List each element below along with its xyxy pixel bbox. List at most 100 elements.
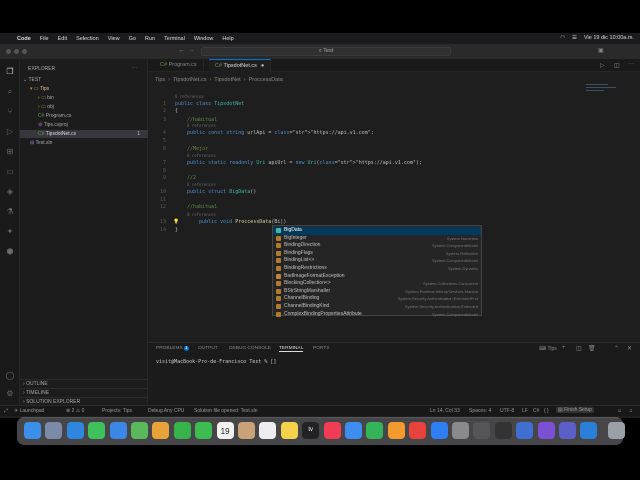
status-encoding[interactable]: UTF-8 [500, 408, 514, 414]
tab-problems[interactable]: PROBLEMS 1 [156, 346, 189, 351]
code-text[interactable]: public struct BigData() [175, 189, 256, 195]
docker-icon[interactable]: ⬢ [5, 247, 15, 257]
breadcrumb-file[interactable]: TipsdotNet.cs [173, 77, 206, 83]
facetime-icon[interactable] [173, 422, 191, 439]
code-text[interactable]: public static readonly Uri apiUrl = new … [175, 160, 422, 166]
lightbulb-icon[interactable]: 💡 [173, 219, 179, 225]
tab-terminal[interactable]: TERMINAL [279, 346, 304, 352]
run-debug-icon[interactable]: ▷ [5, 127, 15, 137]
menu-window[interactable]: Window [194, 36, 214, 42]
remote-indicator-icon[interactable]: ⤢ [4, 408, 8, 414]
explorer-item-tips[interactable]: ▾ ▭ Tips [20, 85, 148, 93]
explorer-item-tipsdotnet-cs[interactable]: C# TipsdotNet.cs 1 [20, 130, 148, 138]
code-line[interactable]: 10 public struct BigData() [148, 189, 628, 197]
code-line[interactable]: 7 public static readonly Uri apiUrl = ne… [148, 160, 628, 168]
suggestion-item[interactable]: BigData [273, 227, 481, 235]
run-code-icon[interactable]: ▷ [600, 62, 605, 69]
wifi-icon[interactable]: ◠ [560, 35, 565, 41]
timeline-section[interactable]: › TIMELINE [20, 388, 148, 396]
tv-icon[interactable]: tv [302, 422, 320, 439]
numbers-icon[interactable] [366, 422, 384, 439]
keynote-icon[interactable] [345, 422, 362, 439]
layout-icon[interactable]: ▣ [598, 47, 604, 54]
maps-icon[interactable] [131, 422, 148, 439]
breadcrumb-method[interactable]: ProccessData [249, 77, 283, 83]
code-text[interactable]: //habitual [175, 204, 217, 210]
command-center-search[interactable]: ⌕ Test [201, 47, 451, 56]
status-projects[interactable]: Projects: Tips [102, 408, 132, 414]
explorer-item-test-sln[interactable]: ⊞ Test.sln [20, 139, 148, 147]
notifications-bell-icon[interactable]: ♫ [629, 408, 633, 414]
menu-terminal[interactable]: Terminal [164, 36, 185, 42]
code-text[interactable]: public class TipsdotNet [175, 101, 244, 107]
status-language[interactable]: C# [533, 408, 539, 414]
finder-icon[interactable] [24, 422, 41, 439]
minimize-window-button[interactable] [14, 49, 19, 54]
code-line[interactable]: 4 public const string urlApi = class="st… [148, 130, 628, 138]
code-text[interactable]: //Mejor [175, 146, 208, 152]
finish-setup-button[interactable]: ▤ Finish Setup [556, 407, 594, 413]
copilot-status-icon[interactable]: ☺ [617, 408, 622, 414]
tab-debug-console[interactable]: DEBUG CONSOLE [229, 346, 271, 351]
explorer-item-program-cs[interactable]: C# Program.cs [20, 112, 148, 120]
suggestion-item[interactable]: BlockingCollection<> System.Collections.C… [273, 280, 481, 288]
maximize-panel-icon[interactable]: ⌃ [614, 345, 619, 352]
code-text[interactable]: public const string urlApi = class="str"… [175, 130, 374, 136]
code-text[interactable]: } [175, 227, 178, 233]
explorer-icon[interactable]: ❐ [5, 67, 15, 77]
account-icon[interactable]: ◯ [5, 371, 15, 381]
source-control-icon[interactable]: ⑂ [5, 107, 15, 117]
suggestion-item[interactable]: BadImageFormatException [273, 273, 481, 281]
tab-output[interactable]: OUTPUT [198, 346, 218, 351]
messages-icon[interactable] [88, 422, 106, 439]
explorer-item-bin[interactable]: › ▭ bin [20, 94, 148, 102]
menu-code[interactable]: Code [17, 36, 31, 42]
notes-icon[interactable] [280, 422, 298, 439]
menu-go[interactable]: Go [129, 36, 136, 42]
preview-icon[interactable] [516, 422, 534, 439]
remote-explorer-icon[interactable]: ▭ [5, 167, 15, 177]
music-icon[interactable] [323, 422, 341, 439]
copilot-icon[interactable]: ✦ [5, 227, 15, 237]
tab-tipsdotnet-cs[interactable]: C# TipsdotNet.cs ● [209, 59, 272, 72]
suggestion-item[interactable]: BigInteger System.Numerics [273, 235, 481, 243]
extensions-icon[interactable]: ⊞ [5, 147, 15, 157]
outline-section[interactable]: › OUTLINE [20, 379, 148, 387]
code-text[interactable]: { [175, 108, 178, 114]
safari-icon[interactable] [66, 422, 84, 439]
unsaved-dot-icon[interactable]: ● [261, 63, 264, 69]
trash-icon[interactable] [607, 422, 625, 439]
solution-explorer-icon[interactable]: ◈ [5, 187, 15, 197]
visual-studio-icon[interactable] [537, 422, 555, 439]
status-debug-config[interactable]: Debug Any CPU [148, 408, 184, 414]
news-icon[interactable] [409, 422, 427, 439]
settings-icon[interactable] [452, 422, 469, 439]
phone-icon[interactable] [195, 422, 213, 439]
breadcrumb-folder[interactable]: Tips [155, 77, 165, 83]
suggestion-item[interactable]: BindingRestrictions System.Dynamic [273, 265, 481, 273]
code-line[interactable]: 5 [148, 138, 628, 146]
references-label[interactable]: 0 references [187, 182, 216, 187]
status-problems[interactable]: ⊗ 2 ⚠ 0 [66, 408, 84, 414]
references-label[interactable]: 0 references [175, 94, 204, 99]
vscode-icon[interactable] [580, 422, 598, 439]
pages-icon[interactable] [387, 422, 405, 439]
split-editor-icon[interactable]: ◫ [614, 62, 620, 69]
menu-selection[interactable]: Selection [76, 36, 99, 42]
forward-arrow-icon[interactable]: → [188, 47, 195, 54]
references-label[interactable]: 0 references [187, 123, 216, 128]
status-braces-icon[interactable]: { } [544, 408, 549, 414]
status-eol[interactable]: LF [522, 408, 528, 414]
zoom-window-button[interactable] [22, 49, 27, 54]
tab-ports[interactable]: PORTS [313, 346, 329, 351]
suggestion-item[interactable]: BindingDirection System.ComponentModel [273, 242, 481, 250]
code-text[interactable]: //2 [175, 175, 196, 181]
suggestion-item[interactable]: BindingFlags System.Reflection [273, 250, 481, 258]
more-actions-icon[interactable]: ··· [628, 61, 634, 67]
split-terminal-icon[interactable]: ◫ [576, 345, 582, 352]
menu-help[interactable]: Help [222, 36, 233, 42]
menu-edit[interactable]: Edit [58, 36, 67, 42]
trash-icon[interactable]: 🗑 [588, 345, 596, 352]
contacts-icon[interactable] [238, 422, 255, 439]
calendar-icon[interactable]: 19 [216, 422, 234, 439]
